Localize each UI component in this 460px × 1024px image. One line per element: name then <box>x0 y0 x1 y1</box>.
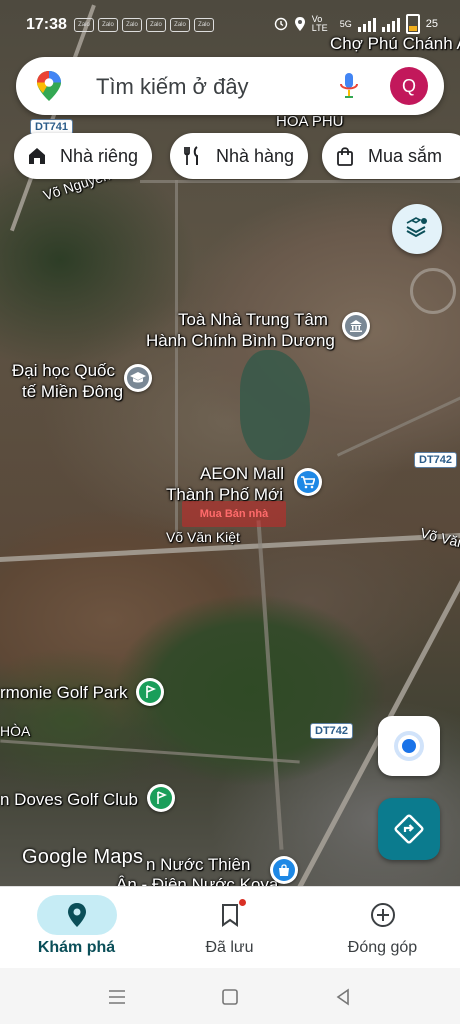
alarm-icon <box>274 17 287 31</box>
battery-icon <box>405 14 420 34</box>
chip-shopping[interactable]: Mua sắm <box>322 133 460 179</box>
google-maps-attribution: Google Maps <box>22 846 144 868</box>
saved-pill <box>190 895 270 935</box>
location-status-icon <box>294 17 305 31</box>
label-admin-center-line1[interactable]: Toà Nhà Trung Tâm <box>178 310 328 330</box>
shopping-mall-pin[interactable] <box>294 468 322 496</box>
layers-button[interactable] <box>392 204 442 254</box>
label-university-line2[interactable]: tế Miền Đông <box>22 382 123 402</box>
golf-harmonie-pin[interactable] <box>136 678 164 706</box>
shopping-bag-icon <box>279 863 289 876</box>
chip-shopping-label: Mua sắm <box>368 145 443 166</box>
watermark-text-1: Mua <box>199 507 222 520</box>
roundabout <box>410 268 456 314</box>
explore-pill <box>36 895 117 935</box>
saved-notification-dot <box>239 899 246 906</box>
explore-pin-icon <box>67 903 86 927</box>
golf-icon <box>157 791 167 804</box>
google-maps-pin-icon <box>37 71 61 101</box>
network-type: 5G <box>339 19 352 29</box>
label-hoa-phu: HÒA PHÚ <box>276 113 344 130</box>
chip-restaurant[interactable]: Nhà hàng <box>170 133 309 179</box>
microphone-icon[interactable] <box>338 72 360 100</box>
nav-contribute-label: Đóng góp <box>347 939 418 956</box>
status-time: 17:38 <box>26 16 67 33</box>
zalo-icon: Zalo <box>122 18 142 32</box>
contribute-pill <box>343 895 423 935</box>
zalo-icon: Zalo <box>74 18 94 32</box>
golf-doves-pin[interactable] <box>147 784 175 812</box>
restaurant-icon <box>184 146 198 165</box>
road-shield-dt742-bottom: DT742 <box>310 723 354 739</box>
label-golf-doves[interactable]: n Doves Golf Club <box>0 790 138 810</box>
directions-icon <box>394 814 424 844</box>
store-pin[interactable] <box>270 856 298 884</box>
lake <box>240 350 310 460</box>
recent-apps-icon[interactable] <box>106 986 128 1008</box>
watermark-logo: Mua Bán nhà <box>182 501 286 527</box>
road-east-diagonal <box>336 386 460 457</box>
avatar[interactable]: Q <box>390 67 428 105</box>
back-icon[interactable] <box>332 986 354 1008</box>
building-icon <box>350 320 362 332</box>
signal-icon-2 <box>381 16 400 32</box>
graduation-cap-icon <box>130 372 146 383</box>
my-location-button[interactable] <box>378 716 440 776</box>
label-hoa-left: HÒA <box>0 723 31 739</box>
road-central-vertical <box>256 520 284 850</box>
system-navigation-bar <box>0 968 460 1024</box>
chip-restaurant-label: Nhà hàng <box>216 145 295 166</box>
label-water-line2[interactable]: Ân - Điện Nước Koya <box>116 875 278 886</box>
government-building-pin[interactable] <box>342 312 370 340</box>
road-shield-dt742-top: DT742 <box>414 452 458 468</box>
nav-explore[interactable]: Khám phá <box>0 887 153 969</box>
label-street-vo-van-kiet: Võ Văn Kiệt <box>166 529 240 545</box>
label-university-line1[interactable]: Đại học Quốc <box>12 361 115 381</box>
watermark-text-2: Bán nhà <box>224 507 269 520</box>
label-aeon-line1[interactable]: AEON Mall <box>200 464 284 484</box>
nav-contribute[interactable]: Đóng góp <box>306 887 459 969</box>
road-north-horizontal <box>140 180 460 183</box>
signal-icon <box>357 16 376 32</box>
chip-home[interactable]: Nhà riêng <box>14 133 153 179</box>
directions-button[interactable] <box>378 798 440 860</box>
search-input[interactable]: Tìm kiếm ở đây <box>96 74 249 100</box>
nav-saved[interactable]: Đã lưu <box>153 887 306 969</box>
zalo-icon: Zalo <box>146 18 166 32</box>
status-bar: 17:38 Zalo Zalo Zalo Zalo Zalo Zalo Vo L… <box>0 0 460 50</box>
bottom-navigation: Khám phá Đã lưu Đóng góp <box>0 886 460 968</box>
battery-level: 25 <box>425 18 438 30</box>
label-golf-harmonie[interactable]: rmonie Golf Park <box>0 683 128 703</box>
label-water-line1[interactable]: n Nước Thiên <box>146 855 250 875</box>
zalo-icon: Zalo <box>98 18 118 32</box>
add-circle-icon <box>370 903 395 927</box>
notification-icons: Zalo Zalo Zalo Zalo Zalo Zalo <box>74 18 214 32</box>
golf-icon <box>146 685 156 698</box>
home-icon <box>29 148 45 164</box>
home-button-icon[interactable] <box>219 986 241 1008</box>
university-pin[interactable] <box>124 364 152 392</box>
shopping-bag-icon <box>337 147 353 166</box>
shopping-cart-icon <box>301 475 315 488</box>
nav-saved-label: Đã lưu <box>205 939 254 956</box>
road-golf-horizontal <box>0 739 300 764</box>
bookmark-icon <box>221 904 238 927</box>
label-street-vo-van-right: Võ Văn <box>418 524 460 552</box>
my-location-icon <box>402 739 416 753</box>
network-label: Vo LTE <box>311 14 328 33</box>
zalo-icon: Zalo <box>170 18 190 32</box>
nav-explore-label: Khám phá <box>37 939 116 956</box>
status-right: Vo LTE 5G 25 <box>274 14 438 34</box>
chip-home-label: Nhà riêng <box>60 145 139 166</box>
layers-icon <box>406 217 427 238</box>
search-bar[interactable]: Tìm kiếm ở đây Q <box>16 57 444 115</box>
zalo-icon: Zalo <box>194 18 214 32</box>
label-admin-center-line2[interactable]: Hành Chính Bình Dương <box>146 331 335 351</box>
